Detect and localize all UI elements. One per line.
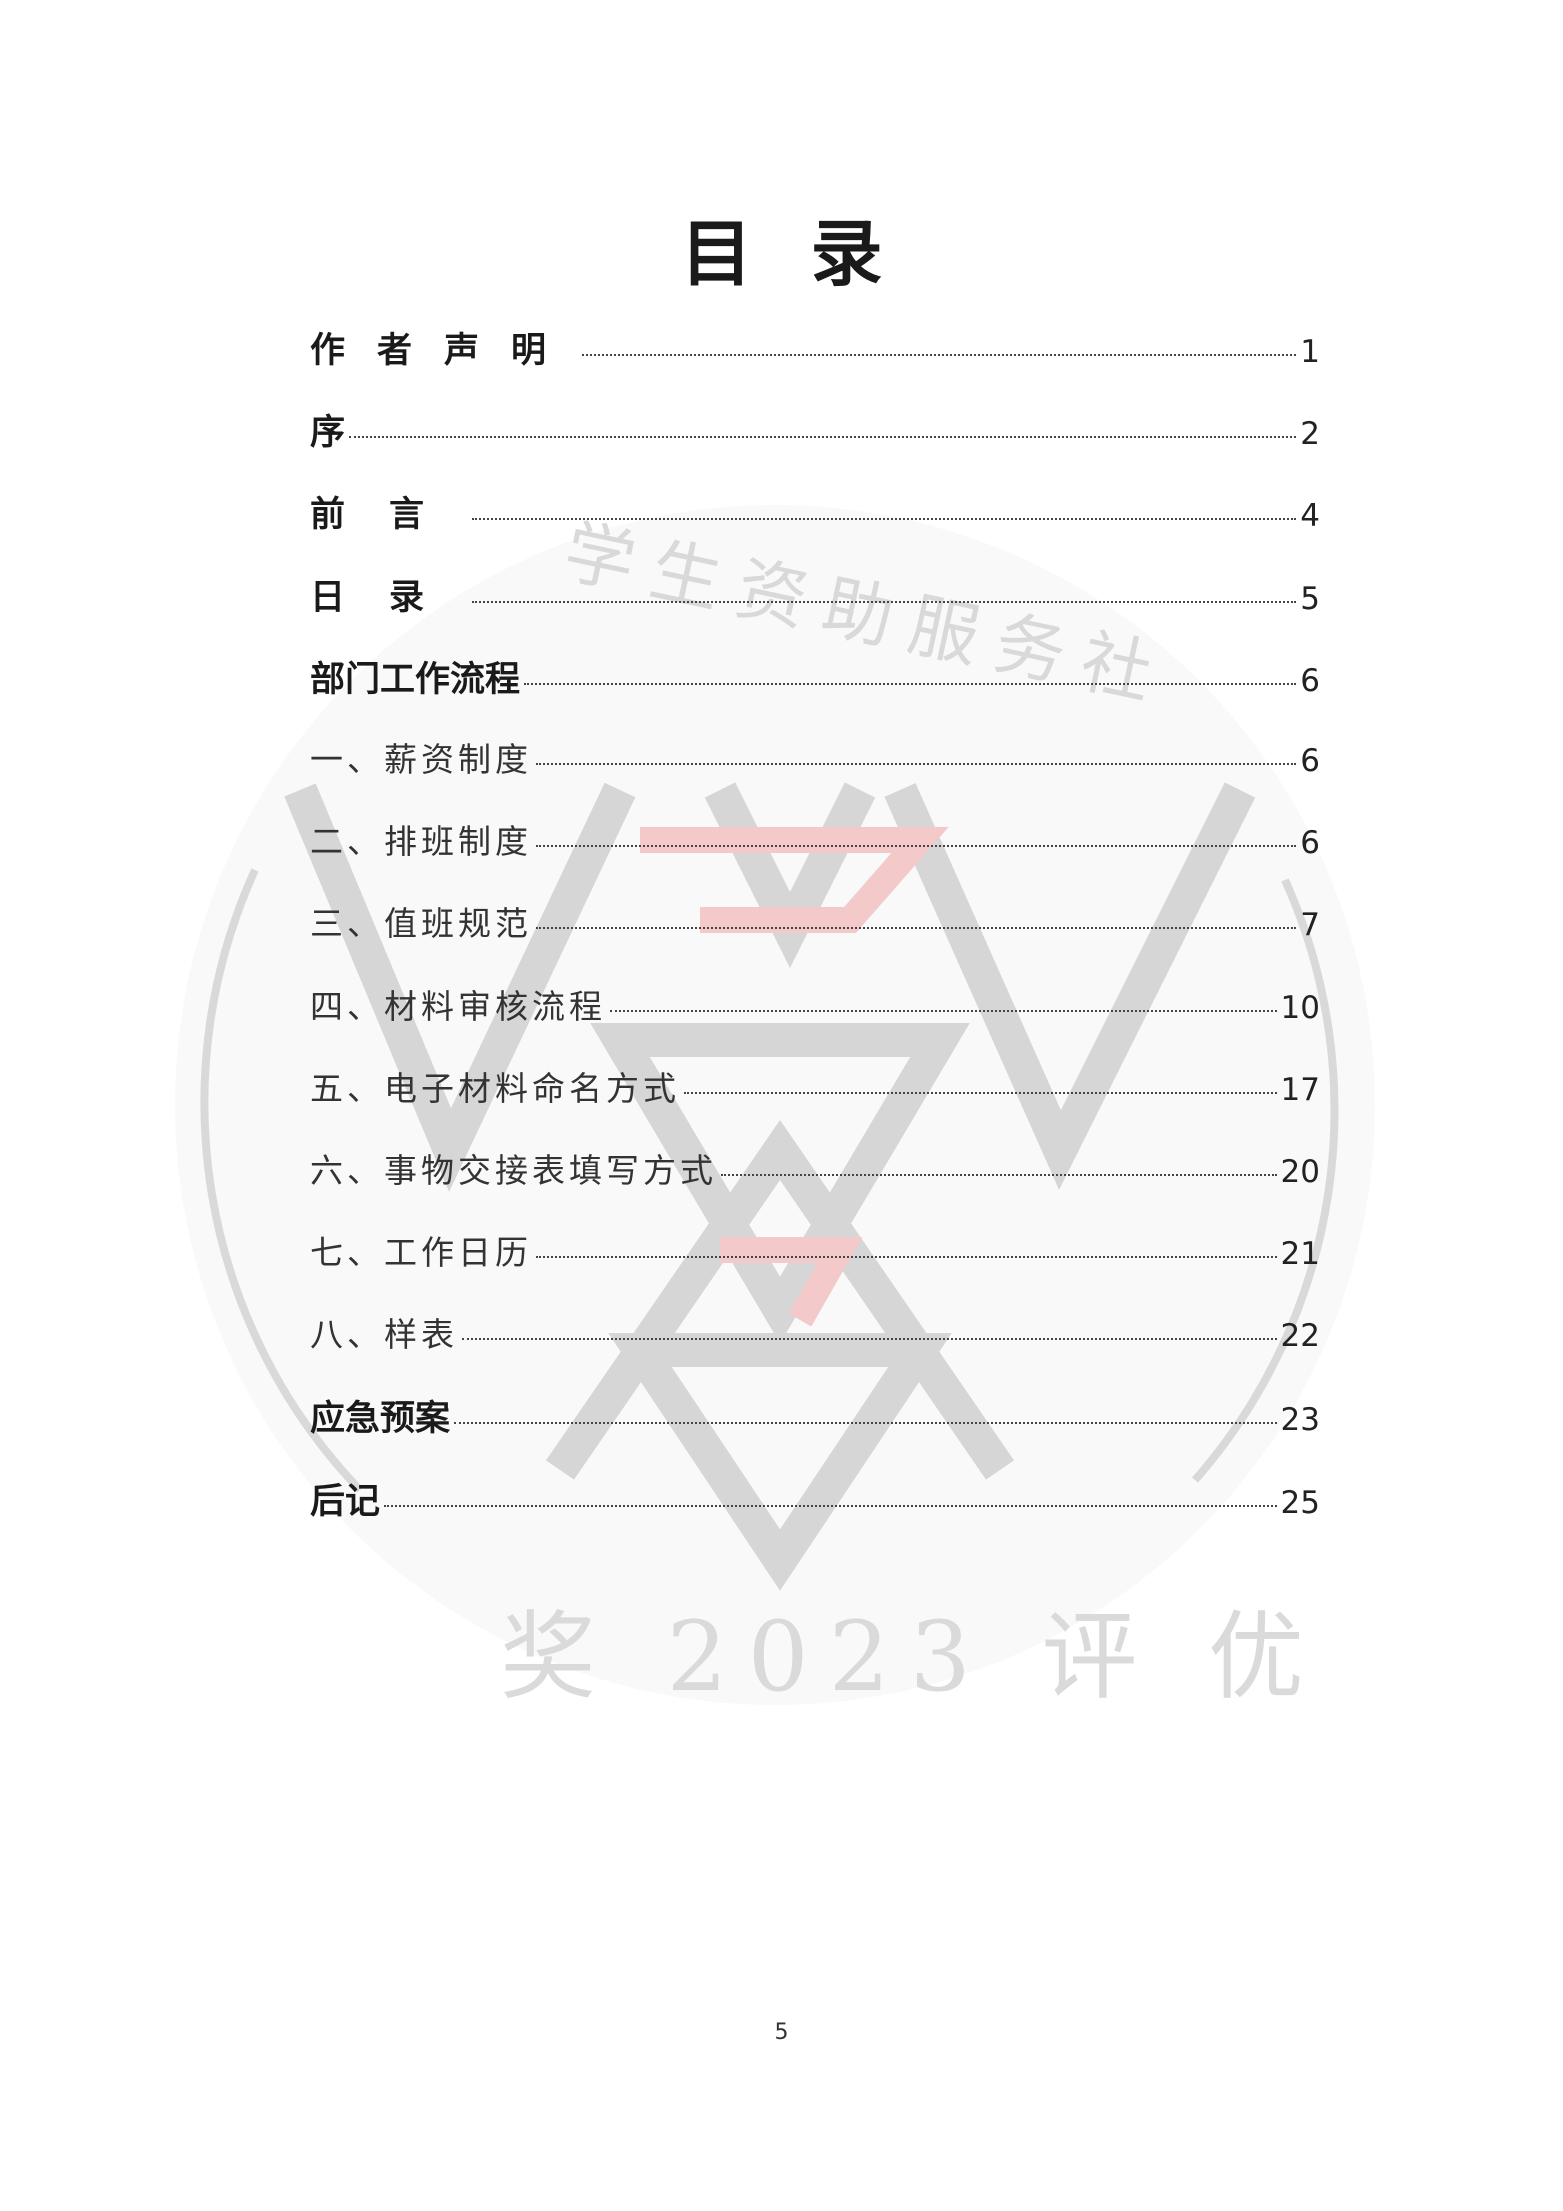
toc-leader-dots [536,844,1297,848]
toc-leader-dots [472,600,1297,603]
toc-entry-page: 17 [1280,1071,1320,1108]
toc-leader-dots [384,1504,1277,1507]
table-of-contents: 作者声明 1 序 2 前言 4 日录 5 部门工作流程 6 一、薪资制度 6 二、排班制度 6 三、值班规范… [310,322,1320,1555]
toc-entry-page: 6 [1300,662,1320,699]
toc-entry[interactable]: 六、事物交接表填写方式 20 [310,1144,1320,1226]
toc-entry-label: 五、电子材料命名方式 [310,1068,680,1108]
toc-entry-page: 6 [1300,742,1320,779]
toc-leader-dots [610,1009,1277,1012]
toc-entry-label: 日录 [310,576,469,618]
toc-entry-page: 25 [1280,1484,1320,1521]
toc-leader-dots [524,682,1297,685]
toc-entry[interactable]: 部门工作流程 6 [310,651,1320,733]
toc-entry-label: 作者声明 [310,330,579,371]
toc-leader-dots [684,1091,1277,1094]
toc-entry[interactable]: 七、工作日历 21 [310,1226,1320,1308]
toc-leader-dots [462,1337,1277,1341]
toc-entry[interactable]: 序2 [310,404,1320,486]
toc-entry-label: 八、样表 [310,1315,458,1355]
toc-entry[interactable]: 四、材料审核流程 10 [310,980,1320,1062]
toc-entry[interactable]: 二、排班制度 6 [310,815,1320,897]
toc-entry-label: 四、材料审核流程 [310,986,606,1026]
toc-entry[interactable]: 日录 5 [310,569,1320,651]
toc-leader-dots [472,517,1297,521]
toc-entry-page: 22 [1280,1318,1320,1355]
toc-leader-dots [536,1255,1277,1259]
toc-entry-page: 4 [1300,498,1320,535]
watermark-bottom-text: 奖 2023 评 优 [500,1601,1324,1713]
document-page: 学生资助服务社 奖 2023 评 优 目录 作者声明 1 序 2 前言 4 日录 5 部门工作流… [0,0,1563,2211]
toc-entry-page: 7 [1300,907,1320,944]
toc-leader-dots [349,435,1297,439]
page-number: 5 [774,2020,789,2045]
toc-entry[interactable]: 前言 4 [310,486,1320,568]
toc-entry-label: 七、工作日历 [310,1233,532,1273]
toc-entry[interactable]: 作者声明 1 [310,322,1320,404]
toc-leader-dots [721,1173,1277,1176]
toc-entry-label: 部门工作流程 [310,658,521,700]
toc-leader-dots [536,926,1297,930]
toc-entry[interactable]: 一、薪资制度 6 [310,733,1320,815]
toc-leader-dots [582,353,1297,356]
toc-entry-page: 6 [1300,825,1320,862]
toc-entry-label: 六、事物交接表填写方式 [310,1150,717,1190]
toc-entry-page: 10 [1280,989,1320,1026]
toc-leader-dots [536,762,1297,765]
toc-entry-page: 5 [1300,580,1320,617]
toc-entry-label: 三、值班规范 [310,904,532,944]
toc-entry-page: 21 [1280,1236,1320,1273]
toc-entry-page: 2 [1300,416,1320,453]
toc-entry-page: 20 [1280,1153,1320,1190]
toc-entry-label: 序 [310,412,346,454]
toc-entry-label: 后记 [310,1480,381,1522]
toc-entry-label: 二、排班制度 [310,822,532,862]
toc-entry-label: 一、薪资制度 [310,739,532,779]
toc-entry[interactable]: 三、值班规范 7 [310,897,1320,979]
toc-entry-label: 前言 [310,494,469,536]
page-title: 目录 [680,211,941,296]
toc-entry[interactable]: 后记 25 [310,1473,1320,1555]
toc-entry[interactable]: 八、样表 22 [310,1308,1320,1390]
toc-entry[interactable]: 应急预案 23 [310,1390,1320,1472]
toc-entry[interactable]: 五、电子材料命名方式 17 [310,1062,1320,1144]
toc-entry-label: 应急预案 [310,1398,451,1440]
toc-entry-page: 1 [1300,334,1320,370]
toc-entry-page: 23 [1280,1402,1320,1439]
toc-leader-dots [454,1421,1277,1425]
